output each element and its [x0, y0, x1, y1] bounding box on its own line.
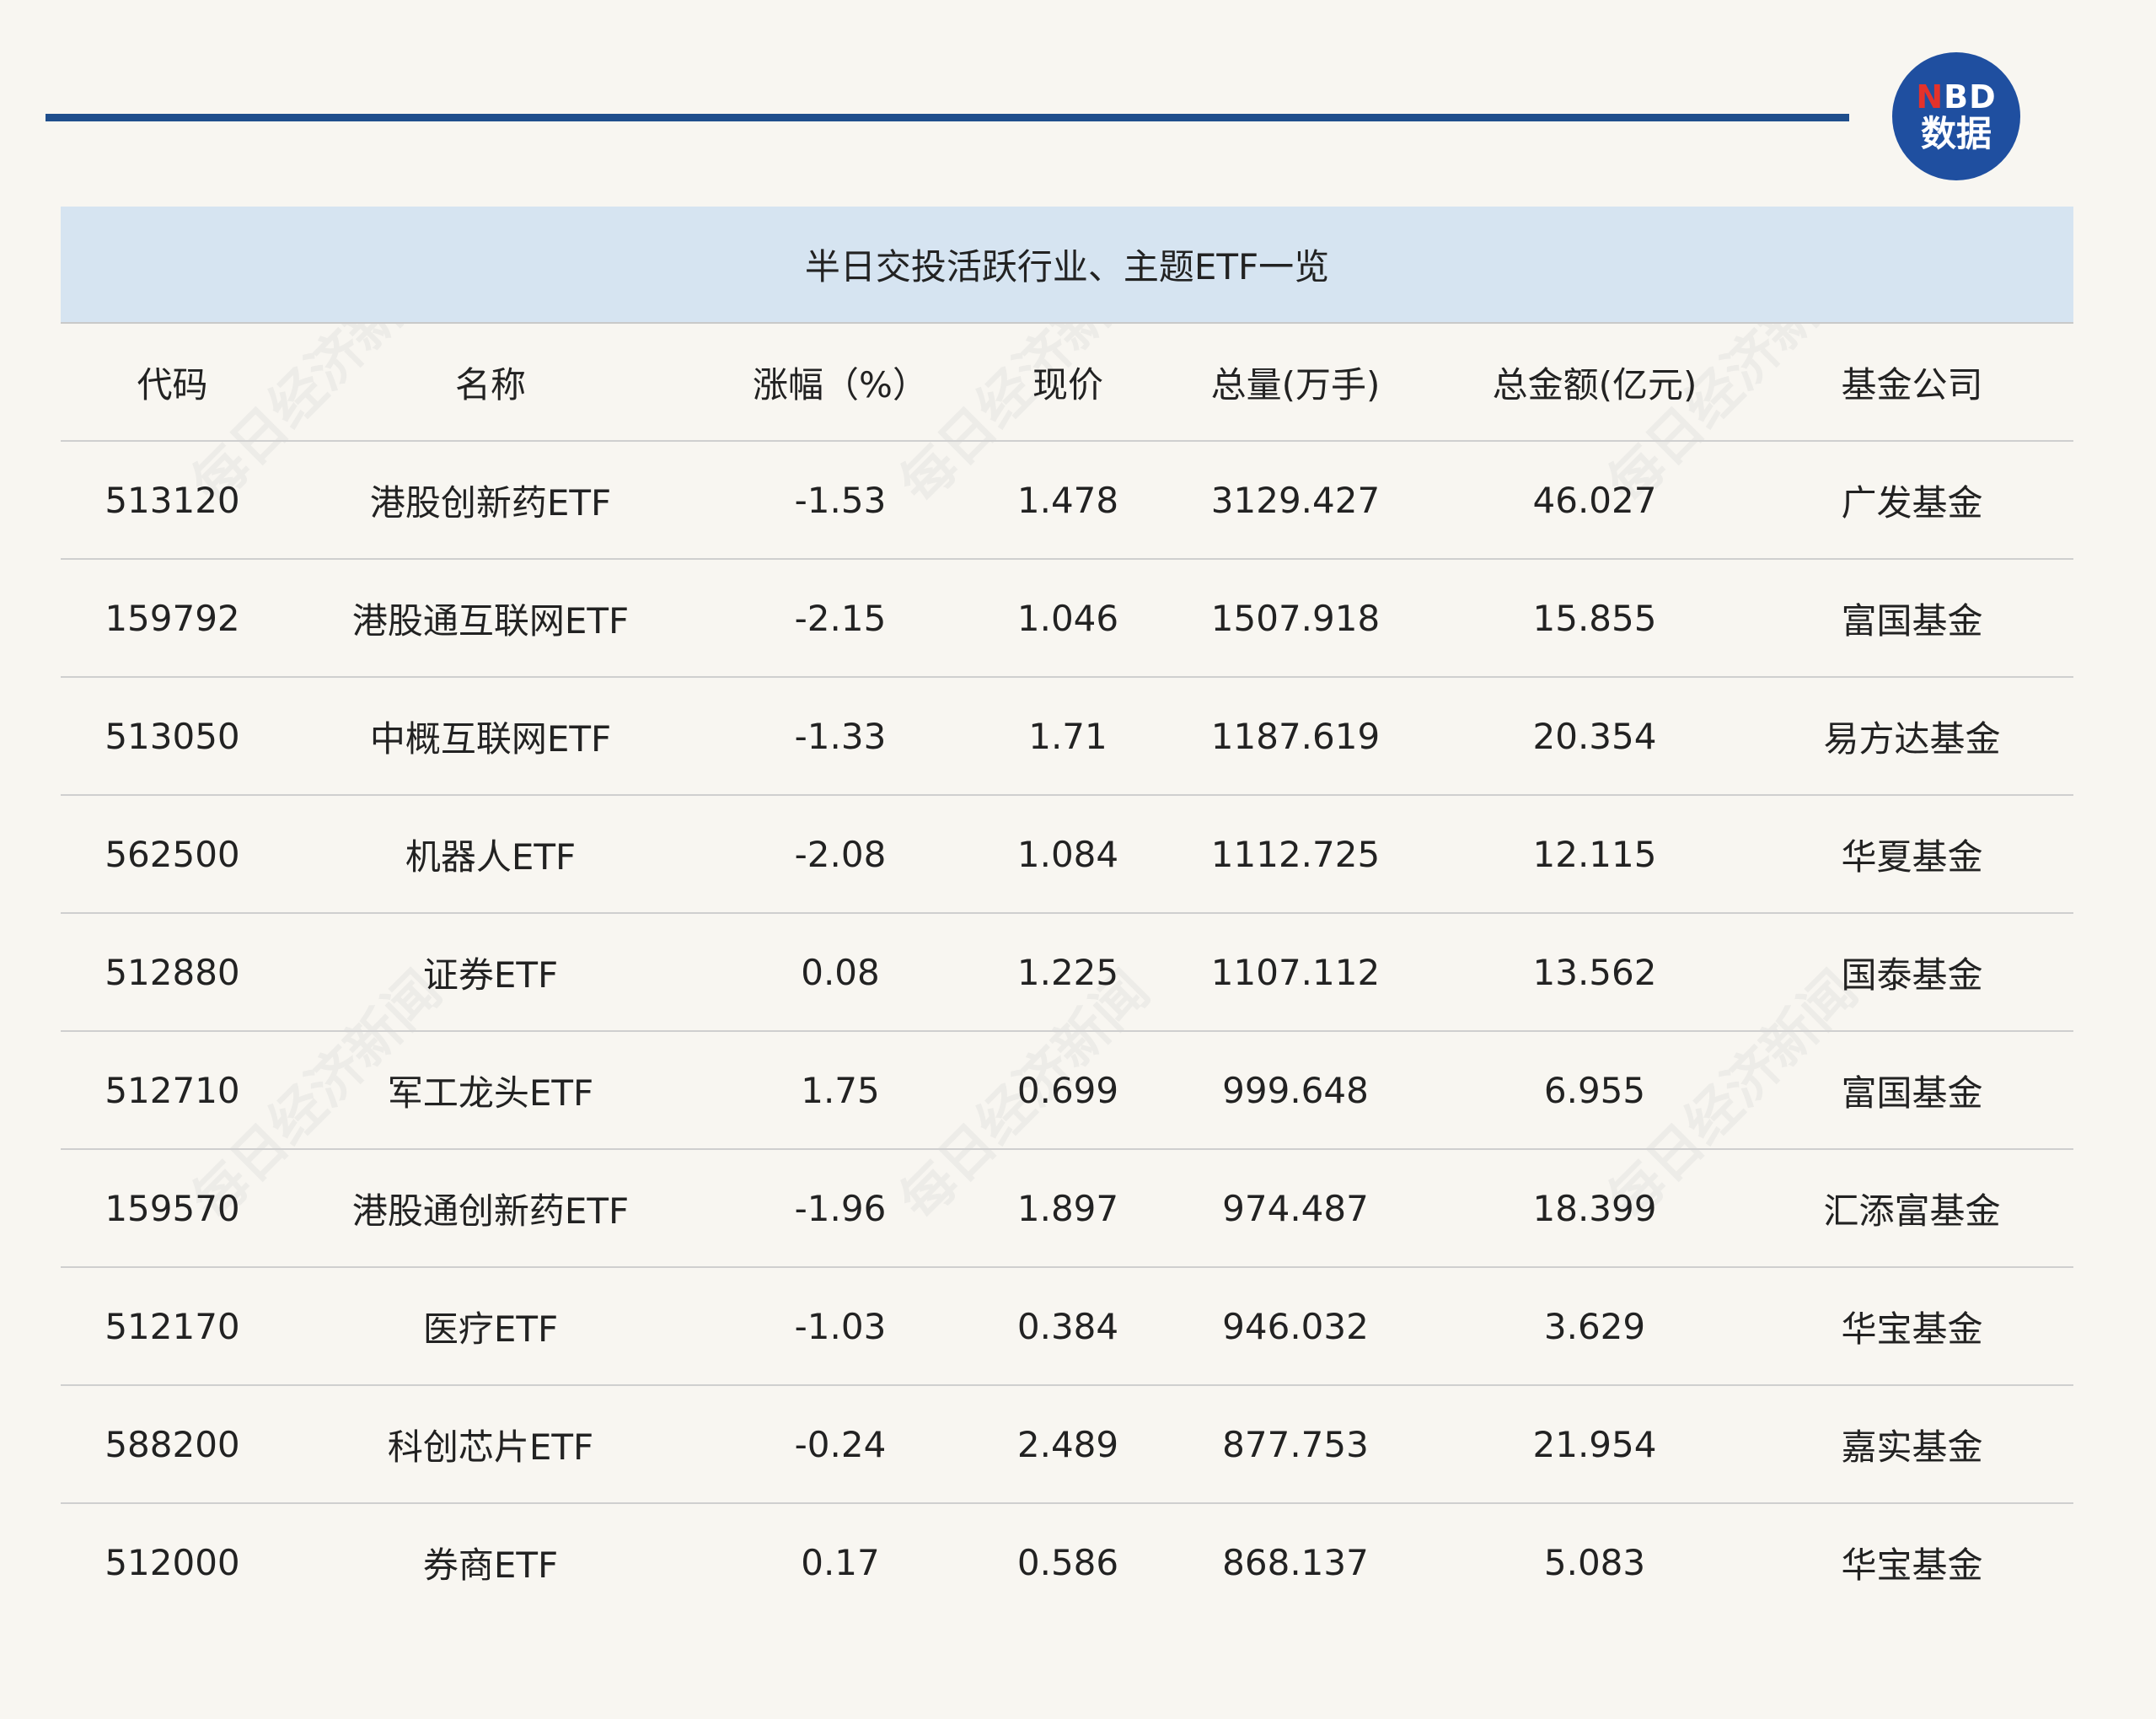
- cell-volume: 868.137: [1222, 1541, 1369, 1583]
- cell-volume: 3129.427: [1210, 479, 1381, 521]
- table-row: 513120 港股创新药ETF -1.53 1.478 3129.427 46.027 广发…: [61, 442, 2073, 560]
- cell-change: 0.08: [801, 951, 880, 993]
- cell-code: 512000: [105, 1541, 240, 1583]
- cell-name: 医疗ETF: [422, 1308, 559, 1350]
- cell-company: 华夏基金: [1841, 835, 1983, 878]
- cell-price: 1.084: [1016, 833, 1119, 875]
- table-row: 512880 证券ETF 0.08 1.225 1107.112 13.562 国泰基金: [61, 914, 2073, 1032]
- cell-company: 易方达基金: [1823, 717, 2001, 760]
- cell-price: 1.478: [1016, 479, 1119, 521]
- cell-price: 0.384: [1016, 1305, 1119, 1347]
- cell-volume: 946.032: [1222, 1305, 1369, 1347]
- cell-code: 512170: [105, 1305, 240, 1347]
- cell-code: 159570: [105, 1187, 240, 1229]
- cell-change: 1.75: [801, 1069, 880, 1111]
- cell-amount: 6.955: [1543, 1069, 1646, 1111]
- cell-amount: 18.399: [1532, 1187, 1657, 1229]
- table-row: 512170 医疗ETF -1.03 0.384 946.032 3.629 华宝基金: [61, 1268, 2073, 1386]
- cell-name: 港股通互联网ETF: [351, 599, 630, 642]
- cell-company: 华宝基金: [1841, 1544, 1983, 1586]
- cell-amount: 15.855: [1532, 597, 1657, 639]
- header-amount: 总金额(亿元): [1492, 363, 1697, 406]
- cell-volume: 1507.918: [1210, 597, 1381, 639]
- cell-code: 562500: [105, 833, 240, 875]
- table-row: 513050 中概互联网ETF -1.33 1.71 1187.619 20.354 易方达…: [61, 678, 2073, 796]
- cell-name: 港股创新药ETF: [369, 481, 612, 524]
- cell-amount: 12.115: [1532, 833, 1657, 875]
- cell-name: 证券ETF: [422, 954, 559, 996]
- table-caption: 半日交投活跃行业、主题ETF一览: [61, 207, 2073, 324]
- cell-price: 0.699: [1016, 1069, 1119, 1111]
- header-name: 名称: [454, 363, 526, 406]
- cell-price: 2.489: [1016, 1423, 1119, 1465]
- cell-amount: 21.954: [1532, 1423, 1657, 1465]
- nbd-logo: NBD 数据: [1892, 52, 2020, 180]
- header-company: 基金公司: [1841, 363, 1983, 406]
- cell-volume: 877.753: [1222, 1423, 1369, 1465]
- cell-name: 券商ETF: [422, 1544, 559, 1586]
- cell-code: 159792: [105, 597, 240, 639]
- header-volume: 总量(万手): [1210, 363, 1381, 406]
- cell-change: 0.17: [801, 1541, 880, 1583]
- cell-change: -1.03: [794, 1305, 887, 1347]
- cell-price: 1.046: [1016, 597, 1119, 639]
- table-row: 512000 券商ETF 0.17 0.586 868.137 5.083 华宝基金: [61, 1504, 2073, 1620]
- table-row: 562500 机器人ETF -2.08 1.084 1112.725 12.115 华夏基金: [61, 796, 2073, 914]
- cell-volume: 1107.112: [1210, 951, 1381, 993]
- cell-code: 512710: [105, 1069, 240, 1111]
- table-row: 512710 军工龙头ETF 1.75 0.699 999.648 6.955 富国基金: [61, 1032, 2073, 1150]
- table-row: 159570 港股通创新药ETF -1.96 1.897 974.487 18.399 汇添…: [61, 1150, 2073, 1268]
- cell-volume: 1112.725: [1210, 833, 1381, 875]
- cell-amount: 13.562: [1532, 951, 1657, 993]
- header-code: 代码: [137, 363, 208, 406]
- cell-code: 513050: [105, 715, 240, 757]
- cell-company: 汇添富基金: [1823, 1190, 2001, 1232]
- cell-name: 科创芯片ETF: [387, 1426, 594, 1468]
- cell-price: 1.897: [1016, 1187, 1119, 1229]
- cell-change: -1.53: [794, 479, 887, 521]
- cell-change: -2.15: [794, 597, 887, 639]
- table-header-row: 代码 名称 涨幅（%） 现价 总量(万手) 总金额(亿元) 基金公司: [61, 324, 2073, 442]
- cell-company: 富国基金: [1841, 1072, 1983, 1114]
- cell-amount: 20.354: [1532, 715, 1657, 757]
- cell-change: -1.33: [794, 715, 887, 757]
- logo-line1: NBD: [1916, 78, 1997, 115]
- cell-company: 国泰基金: [1841, 954, 1983, 996]
- cell-amount: 3.629: [1543, 1305, 1646, 1347]
- cell-price: 1.225: [1016, 951, 1119, 993]
- table-row: 588200 科创芯片ETF -0.24 2.489 877.753 21.954 嘉实基金: [61, 1386, 2073, 1504]
- cell-price: 0.586: [1016, 1541, 1119, 1583]
- cell-change: -0.24: [794, 1423, 887, 1465]
- cell-name: 军工龙头ETF: [387, 1072, 594, 1114]
- cell-company: 华宝基金: [1841, 1308, 1983, 1350]
- header-price: 现价: [1032, 363, 1103, 406]
- cell-volume: 974.487: [1222, 1187, 1369, 1229]
- table-body: 513120 港股创新药ETF -1.53 1.478 3129.427 46.027 广发…: [61, 442, 2073, 1620]
- table-row: 159792 港股通互联网ETF -2.15 1.046 1507.918 15.855 富…: [61, 560, 2073, 678]
- cell-volume: 1187.619: [1210, 715, 1381, 757]
- etf-table: 半日交投活跃行业、主题ETF一览 代码 名称 涨幅（%） 现价 总量(万手) 总…: [61, 207, 2073, 1620]
- cell-price: 1.71: [1028, 715, 1107, 757]
- cell-company: 广发基金: [1841, 481, 1983, 524]
- cell-code: 512880: [105, 951, 240, 993]
- cell-amount: 5.083: [1543, 1541, 1646, 1583]
- cell-company: 嘉实基金: [1841, 1426, 1983, 1468]
- cell-code: 588200: [105, 1423, 240, 1465]
- cell-amount: 46.027: [1532, 479, 1657, 521]
- logo-line2: 数据: [1920, 113, 1992, 154]
- cell-name: 机器人ETF: [405, 835, 577, 878]
- cell-change: -2.08: [794, 833, 887, 875]
- cell-company: 富国基金: [1841, 599, 1983, 642]
- cell-change: -1.96: [794, 1187, 887, 1229]
- cell-volume: 999.648: [1222, 1069, 1369, 1111]
- header-change: 涨幅（%）: [753, 363, 928, 406]
- cell-name: 港股通创新药ETF: [351, 1190, 630, 1232]
- cell-code: 513120: [105, 479, 240, 521]
- top-divider-rule: [46, 114, 1849, 121]
- cell-name: 中概互联网ETF: [369, 717, 612, 760]
